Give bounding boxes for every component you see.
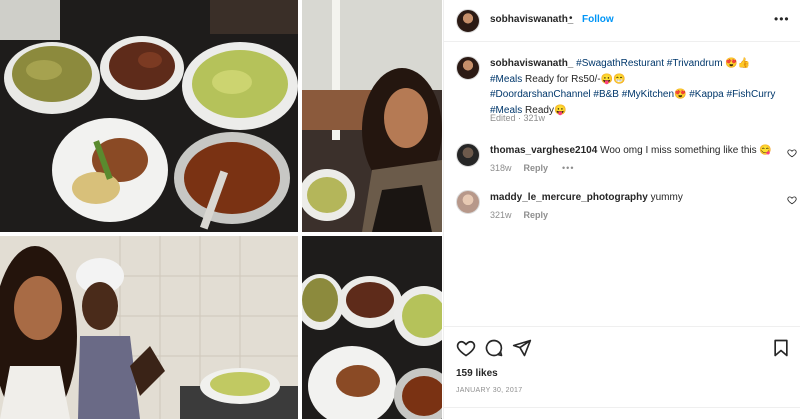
comment-more-icon[interactable]: ••• — [562, 163, 574, 173]
author-username[interactable]: sobhaviswanath_ — [490, 14, 573, 25]
reply-button[interactable]: Reply — [524, 163, 549, 173]
commenter-username[interactable]: maddy_le_mercure_photography — [490, 192, 648, 203]
likes-count[interactable]: 159 likes — [456, 368, 498, 379]
caption-username[interactable]: sobhaviswanath_ — [490, 58, 573, 69]
author-avatar[interactable] — [456, 9, 480, 33]
photo-collage[interactable] — [0, 0, 442, 419]
comment-item: maddy_le_mercure_photography yummy 321w R… — [444, 188, 800, 228]
follow-button[interactable]: Follow — [582, 14, 614, 25]
comment-age: 321w — [490, 210, 512, 220]
comment-text: thomas_varghese2104 Woo omg I miss somet… — [490, 145, 780, 156]
post-header: sobhaviswanath_ • Follow ••• — [444, 0, 800, 42]
add-comment-bar[interactable] — [444, 407, 800, 419]
commenter-avatar[interactable] — [456, 143, 480, 167]
comment-meta: 321w Reply — [490, 210, 548, 220]
comment-like-heart-icon[interactable] — [787, 148, 797, 158]
send-icon[interactable] — [512, 338, 532, 358]
more-options-icon[interactable]: ••• — [774, 12, 790, 26]
comment-text: maddy_le_mercure_photography yummy — [490, 192, 780, 203]
kitchen-selfie-photo — [0, 236, 298, 419]
hashtag-meals[interactable]: #Meals — [490, 74, 522, 85]
caption-text: sobhaviswanath_ #SwagathResturant #Triva… — [490, 56, 790, 118]
commenter-avatar[interactable] — [456, 190, 480, 214]
commenter-username[interactable]: thomas_varghese2104 — [490, 145, 597, 156]
caption-emoji-2: 😍 — [674, 89, 687, 100]
reply-button[interactable]: Reply — [524, 210, 549, 220]
comment-body: Woo omg I miss something like this 😋 — [600, 145, 772, 156]
comment-like-heart-icon[interactable] — [787, 195, 797, 205]
bookmark-icon[interactable] — [771, 338, 791, 358]
food-dishes-photo-2 — [302, 236, 442, 419]
comment-icon[interactable] — [484, 338, 504, 358]
hashtag-kappa[interactable]: #Kappa — [689, 89, 723, 100]
post-date: JANUARY 30, 2017 — [456, 387, 523, 394]
hashtag-swagath[interactable]: #SwagathResturant — [576, 58, 664, 69]
hashtag-trivandrum[interactable]: #Trivandrum — [667, 58, 723, 69]
comment-meta: 318w Reply ••• — [490, 163, 574, 173]
caption-avatar[interactable] — [456, 56, 480, 80]
separator-dot: • — [569, 13, 573, 24]
hashtag-doordarshan[interactable]: #DoordarshanChannel — [490, 89, 591, 100]
comment-body: yummy — [650, 192, 683, 203]
food-dishes-photo — [0, 0, 298, 232]
heart-icon[interactable] — [456, 338, 476, 358]
comment-item: thomas_varghese2104 Woo omg I miss somet… — [444, 141, 800, 181]
selfie-photo — [302, 0, 442, 232]
hashtag-fishcurry[interactable]: #FishCurry — [727, 89, 776, 100]
comment-age: 318w — [490, 163, 512, 173]
caption-meals-text: Ready for Rs50/-😛😁 — [525, 73, 626, 85]
hashtag-mykitchen[interactable]: #MyKitchen — [622, 89, 674, 100]
edited-timestamp: Edited · 321w — [490, 113, 546, 123]
post-panel: sobhaviswanath_ • Follow ••• sobhaviswan… — [443, 0, 800, 419]
post-actions: 159 likes JANUARY 30, 2017 — [444, 326, 800, 419]
hashtag-bnb[interactable]: #B&B — [593, 89, 619, 100]
caption-emoji: 😍👍 — [725, 58, 751, 69]
